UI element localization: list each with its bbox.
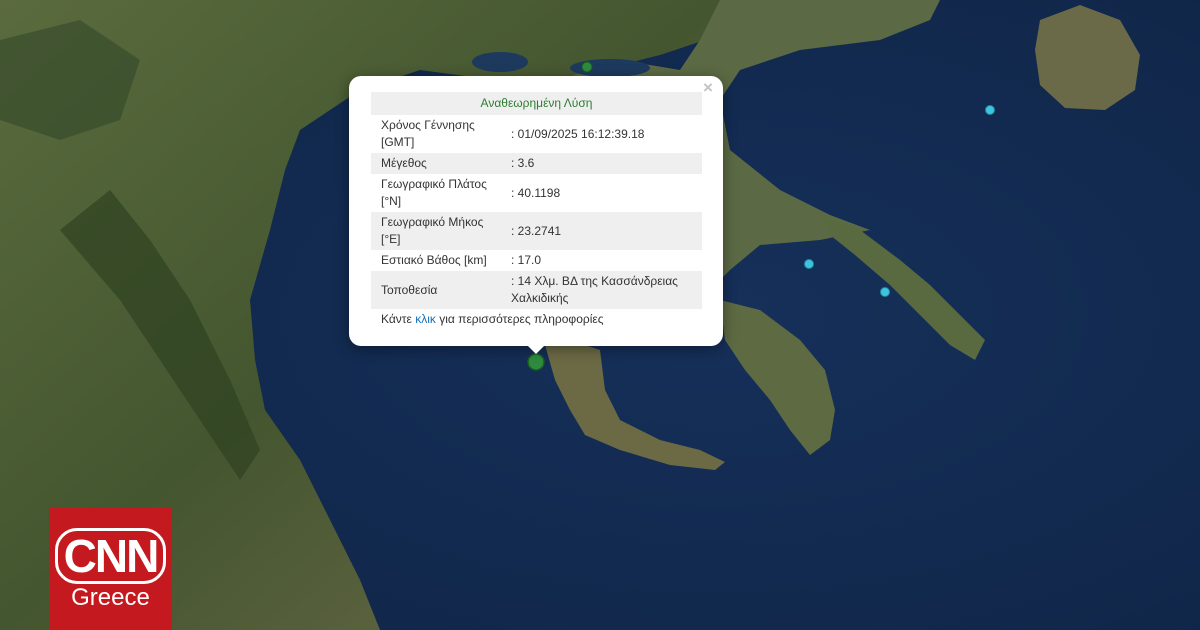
- row-value: : 01/09/2025 16:12:39.18: [511, 126, 645, 141]
- logo-cnn-text: CNN: [54, 528, 167, 584]
- lake: [472, 52, 528, 72]
- popup-tip: [522, 340, 550, 354]
- earthquake-marker[interactable]: [804, 259, 814, 269]
- earthquake-marker[interactable]: [880, 287, 890, 297]
- row-value: : 17.0: [511, 253, 542, 267]
- row-label: Τοποθεσία: [371, 271, 509, 309]
- earthquake-marker[interactable]: [985, 105, 995, 115]
- table-row: Εστιακό Βάθος [km] : 17.0: [371, 250, 702, 271]
- more-info-line: Κάντε κλικ για περισσότερες πληροφορίες: [381, 312, 604, 326]
- more-prefix: Κάντε: [381, 312, 416, 326]
- more-info-link[interactable]: κλικ: [415, 312, 436, 326]
- row-label: Γεωγραφικό Μήκος [°E]: [371, 212, 509, 250]
- logo-cnn: CNN: [49, 528, 172, 584]
- row-label: Χρόνος Γέννησης [GMT]: [381, 118, 475, 149]
- row-value: : 14 Χλμ. ΒΔ της Κασσάνδρειας Χαλκιδικής: [509, 271, 702, 309]
- earthquake-info-popup: × Αναθεωρημένη Λύση Χρόνος Γέννησης [GMT…: [349, 76, 723, 346]
- row-value: : 40.1198: [511, 185, 561, 200]
- earthquake-marker[interactable]: [581, 61, 593, 73]
- cnn-greece-logo: CNN Greece: [49, 508, 172, 630]
- row-value: : 3.6: [509, 153, 702, 174]
- earthquake-details-table: Αναθεωρημένη Λύση Χρόνος Γέννησης [GMT] …: [371, 92, 702, 309]
- table-row: Τοποθεσία : 14 Χλμ. ΒΔ της Κασσάνδρειας …: [371, 271, 702, 309]
- row-label: Μέγεθος: [371, 153, 509, 174]
- logo-greece: Greece: [71, 584, 150, 611]
- row-label: Γεωγραφικό Πλάτος [°N]: [381, 177, 487, 208]
- row-label: Εστιακό Βάθος [km]: [381, 253, 487, 267]
- popup-header: Αναθεωρημένη Λύση: [371, 92, 702, 115]
- more-suffix: για περισσότερες πληροφορίες: [435, 312, 604, 326]
- popup-header-row: Αναθεωρημένη Λύση: [371, 92, 702, 115]
- table-row: Γεωγραφικό Πλάτος [°N] : 40.1198: [371, 174, 702, 212]
- table-row: Γεωγραφικό Μήκος [°E] : 23.2741: [371, 212, 702, 250]
- table-row: Χρόνος Γέννησης [GMT] : 01/09/2025 16:12…: [371, 115, 702, 153]
- table-row: Μέγεθος : 3.6: [371, 153, 702, 174]
- earthquake-marker-main[interactable]: [527, 353, 545, 371]
- row-value: : 23.2741: [509, 212, 702, 250]
